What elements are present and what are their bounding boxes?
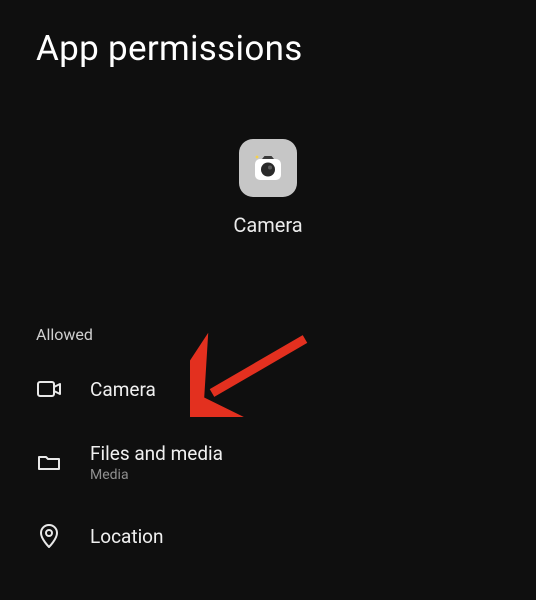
permission-item-camera[interactable]: Camera	[36, 356, 500, 422]
app-name: Camera	[233, 213, 302, 237]
camera-icon	[36, 376, 62, 402]
app-info: Camera	[0, 139, 536, 237]
app-icon	[239, 139, 297, 197]
permission-label: Location	[90, 525, 164, 548]
permission-label: Files and media	[90, 442, 223, 465]
permission-item-files[interactable]: Files and media Media	[36, 422, 500, 503]
section-label-allowed: Allowed	[0, 325, 536, 344]
location-icon	[36, 523, 62, 549]
permission-label: Camera	[90, 378, 156, 401]
page-title: App permissions	[0, 0, 536, 69]
folder-icon	[36, 450, 62, 476]
permission-item-location[interactable]: Location	[36, 503, 500, 569]
camera-app-icon	[248, 148, 288, 188]
permission-list-allowed: Camera Files and media Media Location	[0, 356, 536, 569]
permission-sublabel: Media	[90, 467, 223, 483]
